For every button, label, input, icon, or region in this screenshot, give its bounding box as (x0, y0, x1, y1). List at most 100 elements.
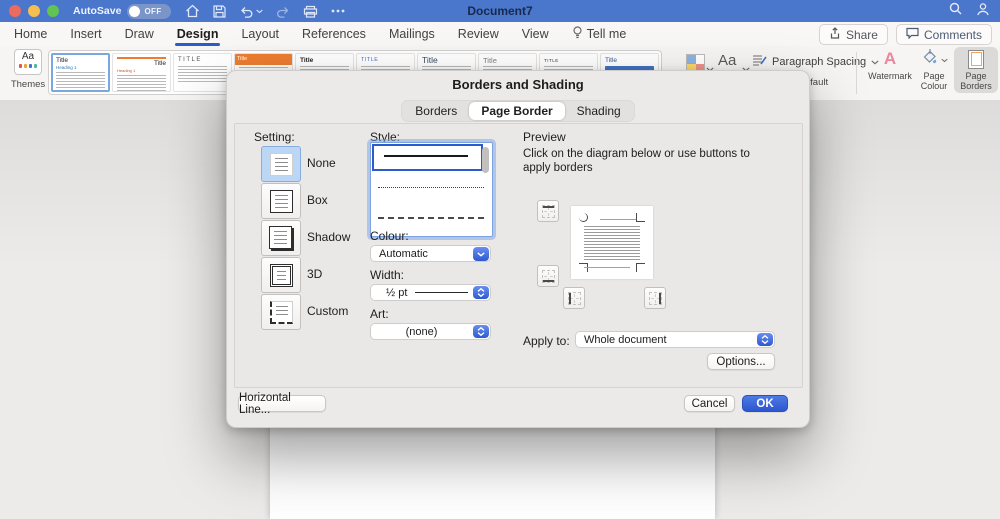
page-colour-button[interactable]: Page Colour (912, 49, 956, 91)
dialog-tab-shading[interactable]: Shading (565, 102, 633, 120)
tell-me-label: Tell me (586, 27, 627, 41)
dialog-tab-borders[interactable]: Borders (403, 102, 469, 120)
style-option-solid[interactable] (372, 144, 483, 171)
style-list-scrollbar[interactable] (482, 147, 489, 173)
ok-button[interactable]: OK (742, 395, 788, 412)
tab-design[interactable]: Design (174, 22, 221, 46)
page-borders-icon (968, 49, 984, 69)
undo-chevron-icon (256, 9, 264, 13)
colour-label: Colour: (370, 229, 409, 243)
tab-insert[interactable]: Insert (70, 22, 101, 46)
cancel-button[interactable]: Cancel (684, 395, 735, 412)
tab-mailings[interactable]: Mailings (389, 22, 435, 46)
title-bar: AutoSave OFF Document7 (0, 0, 1000, 22)
dialog-tab-page-border[interactable]: Page Border (469, 102, 565, 120)
fonts-button[interactable]: Aa (718, 52, 736, 69)
themes-button[interactable]: Aa Themes (8, 49, 48, 90)
art-value: (none) (405, 325, 438, 338)
paragraph-spacing-button[interactable]: Paragraph Spacing (752, 54, 879, 69)
colour-value: Automatic (379, 247, 428, 260)
autosave-toggle[interactable]: OFF (127, 3, 172, 19)
corner-mark (636, 263, 645, 272)
setting-box-button[interactable] (261, 183, 301, 219)
corner-mark (579, 213, 588, 222)
page-colour-icon (921, 48, 938, 70)
minimize-window-button[interactable] (28, 5, 40, 17)
setting-custom-icon (269, 300, 293, 324)
account-icon[interactable] (976, 2, 990, 21)
width-stepper-icon (473, 286, 489, 299)
tab-references[interactable]: References (302, 22, 366, 46)
setting-3d-label: 3D (307, 267, 323, 281)
tab-review[interactable]: Review (458, 22, 499, 46)
paragraph-spacing-icon (752, 54, 767, 69)
more-commands-icon[interactable] (331, 9, 345, 13)
dotted-line-sample[interactable] (378, 187, 484, 188)
setting-3d-button[interactable] (261, 257, 301, 293)
comments-label: Comments (923, 27, 982, 42)
options-button[interactable]: Options... (707, 353, 775, 370)
home-icon[interactable] (185, 4, 200, 18)
horizontal-line-button[interactable]: Horizontal Line... (238, 392, 326, 416)
style-set-thumbnail[interactable]: Title Heading 1 (51, 53, 110, 92)
themes-icon: Aa (14, 49, 42, 75)
bottom-border-icon (541, 269, 555, 283)
width-value: ½ pt (386, 286, 408, 299)
apply-to-label: Apply to: (523, 334, 570, 348)
lightbulb-icon (572, 26, 583, 42)
setting-none-button[interactable] (261, 146, 301, 182)
setting-shadow-icon (268, 225, 292, 249)
comments-button[interactable]: Comments (895, 24, 992, 45)
watermark-icon: A (883, 49, 897, 68)
watermark-button[interactable]: A Watermark (868, 49, 912, 81)
preview-instruction: Click on the diagram below or use button… (523, 148, 750, 174)
setting-custom-button[interactable] (261, 294, 301, 330)
save-icon[interactable] (213, 4, 227, 18)
word-app-window: AutoSave OFF Document7 Home Insert Draw … (0, 0, 1000, 519)
setting-shadow-label: Shadow (307, 230, 351, 244)
page-colour-label: Page Colour (920, 71, 948, 91)
share-button[interactable]: Share (818, 24, 888, 45)
setting-3d-icon (269, 263, 293, 287)
print-icon[interactable] (303, 5, 318, 18)
tab-layout[interactable]: Layout (241, 22, 279, 46)
apply-to-dropdown[interactable]: Whole document (575, 331, 775, 348)
setting-label: Setting: (254, 130, 295, 144)
zoom-window-button[interactable] (47, 5, 59, 17)
tell-me-control[interactable]: Tell me (572, 26, 627, 42)
width-label: Width: (370, 268, 405, 282)
search-icon[interactable] (949, 2, 962, 20)
close-window-button[interactable] (9, 5, 21, 17)
setting-shadow-button[interactable] (261, 220, 301, 256)
style-set-thumbnail[interactable]: TITLE (173, 53, 232, 92)
dashed-line-sample[interactable] (378, 217, 484, 219)
left-border-icon (567, 291, 581, 305)
tab-draw[interactable]: Draw (125, 22, 154, 46)
apply-to-value: Whole document (584, 333, 667, 346)
page-borders-button[interactable]: Page Borders (954, 47, 998, 93)
art-dropdown[interactable]: (none) (370, 323, 491, 340)
style-list[interactable] (370, 142, 493, 237)
style-set-thumbnail[interactable]: Title Heading 1 (112, 53, 171, 92)
colour-dropdown[interactable]: Automatic (370, 245, 491, 262)
solid-line-sample (384, 155, 468, 157)
setting-none-icon (269, 152, 293, 176)
undo-icon[interactable] (239, 5, 264, 18)
corner-mark (636, 213, 645, 222)
autosave-state-label: OFF (144, 6, 162, 16)
left-border-button[interactable] (563, 287, 585, 309)
tab-home[interactable]: Home (14, 22, 47, 46)
watermark-label: Watermark (868, 71, 912, 81)
apply-to-stepper-icon (757, 333, 773, 346)
borders-and-shading-dialog: Borders and Shading Borders Page Border … (226, 70, 810, 428)
redo-icon[interactable] (276, 5, 290, 18)
themes-label: Themes (10, 79, 46, 90)
share-icon (829, 27, 841, 42)
tab-view[interactable]: View (522, 22, 549, 46)
border-preview-diagram[interactable] (571, 206, 653, 279)
right-border-button[interactable] (644, 287, 666, 309)
page-border-panel: Setting: None Box Shadow 3D Custom Style… (234, 123, 803, 388)
width-dropdown[interactable]: ½ pt (370, 284, 491, 301)
bottom-border-button[interactable] (537, 265, 559, 287)
top-border-button[interactable] (537, 200, 559, 222)
